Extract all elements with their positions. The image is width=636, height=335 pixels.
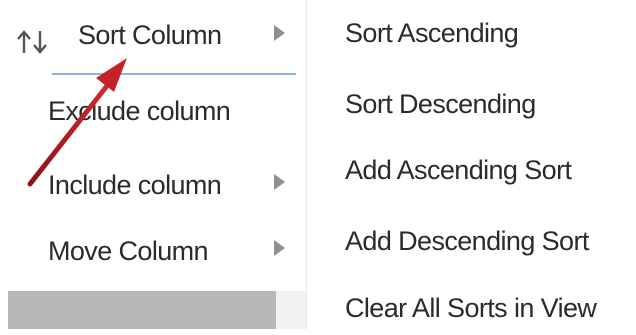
menu-item-label: Move Column [48,236,209,266]
menu-item-label: Sort Column [78,20,222,50]
submenu-item-sort-descending[interactable]: Sort Descending [345,91,536,131]
menu-separator [52,73,296,75]
context-menu: Sort Column Exclude column Include colum… [0,0,306,329]
submenu-item-add-descending-sort[interactable]: Add Descending Sort [345,228,589,268]
submenu-arrow-icon [274,25,285,41]
submenu-arrow-icon [274,240,285,256]
menu-footer-bar [8,291,276,329]
menu-item-include-column[interactable]: Include column [0,160,306,210]
submenu-item-sort-ascending[interactable]: Sort Ascending [345,20,519,60]
submenu-item-add-ascending-sort[interactable]: Add Ascending Sort [345,157,572,197]
menu-item-label: Exclude column [48,96,231,126]
sort-up-down-icon [17,30,47,54]
menu-item-sort-column[interactable]: Sort Column [0,8,306,58]
submenu-item-clear-all-sorts[interactable]: Clear All Sorts in View [345,295,597,335]
menu-item-move-column[interactable]: Move Column [0,228,306,278]
menu-item-label: Include column [48,170,222,200]
menu-item-exclude-column[interactable]: Exclude column [0,88,306,138]
menu-footer-edge [276,291,306,329]
submenu-arrow-icon [274,174,285,190]
sort-submenu: Sort Ascending Sort Descending Add Ascen… [307,0,636,329]
